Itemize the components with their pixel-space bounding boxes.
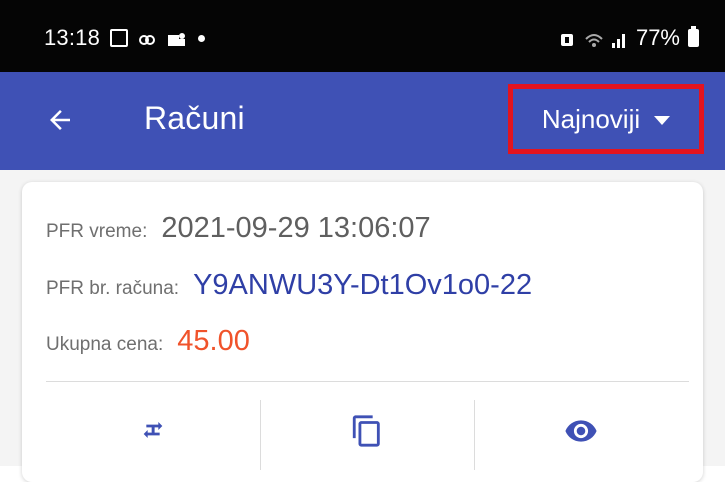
view-button[interactable] (474, 400, 688, 470)
wifi-calling-icon (584, 29, 603, 47)
status-bar: 13:18 77% (0, 0, 725, 72)
signal-icon (610, 29, 628, 48)
arrow-left-icon (50, 110, 70, 130)
card-actions (46, 400, 689, 470)
total-value: 45.00 (177, 325, 250, 357)
dot-icon (198, 34, 206, 42)
status-right: 77% (558, 24, 699, 52)
view-eye-icon (565, 420, 597, 442)
refund-button[interactable] (46, 400, 260, 470)
invoice-card[interactable]: PFR vreme: 2021-09-29 13:06:07 PFR br. r… (22, 182, 703, 482)
pfr-number-label: PFR br. računa: (46, 278, 180, 299)
pfr-number-row: PFR br. računa: Y9ANWU3Y-Dt1Ov1o0-22 (46, 269, 532, 302)
sort-selected-label: Najnoviji (541, 103, 641, 134)
total-label: Ukupna cena: (46, 334, 164, 355)
link-icon (138, 29, 156, 47)
refund-transfer-icon (143, 422, 163, 438)
pfr-time-row: PFR vreme: 2021-09-29 13:06:07 (46, 212, 431, 245)
card-divider (46, 381, 689, 382)
status-time: 13:18 (44, 25, 101, 50)
teams-icon (166, 29, 186, 47)
pfr-number-value: Y9ANWU3Y-Dt1Ov1o0-22 (193, 269, 533, 301)
sort-dropdown[interactable]: Najnoviji (508, 84, 704, 154)
status-left: 13:18 (44, 24, 206, 52)
battery-icon (688, 26, 699, 47)
page-title: Računi (144, 100, 245, 136)
pfr-time-label: PFR vreme: (46, 221, 148, 242)
alarm-icon (558, 29, 576, 47)
gallery-icon (110, 29, 129, 47)
copy-button[interactable] (260, 400, 474, 470)
app-bar: Računi Najnoviji (0, 72, 725, 170)
caret-down-icon (654, 115, 671, 125)
copy-icon (352, 415, 380, 447)
total-row: Ukupna cena: 45.00 (46, 325, 250, 358)
pfr-time-value: 2021-09-29 13:06:07 (161, 212, 431, 244)
battery-text: 77% (635, 25, 680, 50)
back-button[interactable] (36, 96, 84, 144)
